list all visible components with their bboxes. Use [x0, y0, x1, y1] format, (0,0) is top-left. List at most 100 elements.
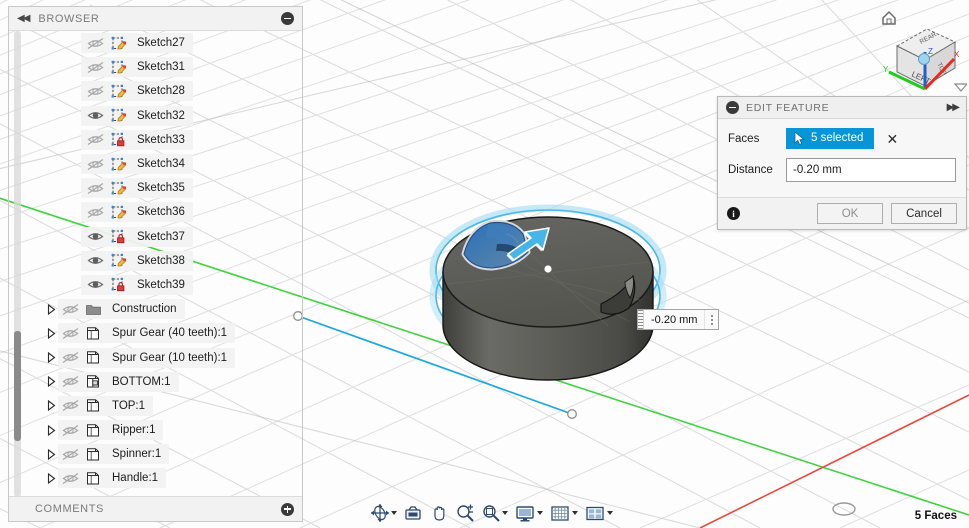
visibility-toggle-hidden[interactable]: [62, 351, 79, 364]
tree-expander[interactable]: [45, 351, 58, 364]
zoom-dropdown-caret[interactable]: [502, 511, 508, 515]
tree-row[interactable]: Sketch33: [9, 128, 302, 152]
tree-row[interactable]: TOP:1: [9, 394, 302, 418]
zoom-in-out-icon[interactable]: [453, 502, 477, 524]
tree-expander[interactable]: [45, 399, 58, 412]
tree-expander[interactable]: [45, 448, 58, 461]
browser-header[interactable]: ◀◀ BROWSER: [9, 7, 302, 31]
tree-row[interactable]: Spinner:1: [9, 442, 302, 466]
pan-hand-icon[interactable]: [427, 502, 451, 524]
tree-row[interactable]: BOTTOM:1: [9, 370, 302, 394]
eye-hidden-icon[interactable]: [62, 472, 79, 485]
expand-triangle-icon[interactable]: [45, 303, 58, 316]
eye-hidden-icon[interactable]: [87, 61, 104, 74]
visibility-toggle-hidden[interactable]: [87, 158, 104, 171]
display-dropdown-caret[interactable]: [537, 511, 543, 515]
expand-triangle-icon[interactable]: [45, 399, 58, 412]
expand-triangle-icon[interactable]: [45, 327, 58, 340]
expand-triangle-icon[interactable]: [45, 351, 58, 364]
expand-triangle-icon[interactable]: [45, 375, 58, 388]
view-cube-svg[interactable]: LEFT REAR TOP Z Y X: [855, 2, 969, 98]
eye-visible-icon[interactable]: [87, 109, 104, 122]
eye-hidden-icon[interactable]: [62, 303, 79, 316]
minus-circle-icon[interactable]: [281, 12, 294, 25]
minus-circle-icon[interactable]: [726, 101, 739, 114]
visibility-toggle-hidden[interactable]: [62, 399, 79, 412]
visibility-toggle-hidden[interactable]: [87, 37, 104, 50]
eye-visible-icon[interactable]: [87, 254, 104, 267]
faces-selection-button[interactable]: 5 selected: [786, 128, 875, 149]
visibility-toggle-hidden[interactable]: [62, 375, 79, 388]
eye-hidden-icon[interactable]: [62, 424, 79, 437]
visibility-toggle-visible[interactable]: [87, 278, 104, 291]
viewports-icon[interactable]: [582, 502, 615, 524]
eye-hidden-icon[interactable]: [87, 133, 104, 146]
tree-expander[interactable]: [45, 472, 58, 485]
tree-row[interactable]: Sketch37: [9, 225, 302, 249]
tree-row[interactable]: Sketch32: [9, 104, 302, 128]
eye-hidden-icon[interactable]: [62, 448, 79, 461]
visibility-toggle-hidden[interactable]: [87, 133, 104, 146]
visibility-toggle-visible[interactable]: [87, 230, 104, 243]
expand-triangle-icon[interactable]: [45, 424, 58, 437]
view-cube[interactable]: LEFT REAR TOP Z Y X: [855, 2, 969, 98]
visibility-toggle-hidden[interactable]: [87, 85, 104, 98]
visibility-toggle-visible[interactable]: [87, 254, 104, 267]
orbit-dropdown-caret[interactable]: [391, 511, 397, 515]
visibility-toggle-hidden[interactable]: [87, 61, 104, 74]
info-icon[interactable]: i: [727, 207, 740, 220]
eye-hidden-icon[interactable]: [62, 351, 79, 364]
visibility-toggle-hidden[interactable]: [62, 472, 79, 485]
tree-row[interactable]: Spur Gear (10 teeth):1: [9, 345, 302, 369]
eye-hidden-icon[interactable]: [62, 399, 79, 412]
eye-hidden-icon[interactable]: [62, 375, 79, 388]
tree-row[interactable]: Sketch39: [9, 273, 302, 297]
tree-row[interactable]: Ripper:1: [9, 418, 302, 442]
plus-circle-icon[interactable]: [281, 502, 294, 516]
tree-row[interactable]: Sketch31: [9, 55, 302, 79]
visibility-toggle-hidden[interactable]: [87, 206, 104, 219]
grid-snaps-icon[interactable]: [547, 502, 580, 524]
eye-hidden-icon[interactable]: [87, 85, 104, 98]
zoom-window-icon[interactable]: [479, 502, 510, 524]
visibility-toggle-visible[interactable]: [87, 109, 104, 122]
eye-hidden-icon[interactable]: [87, 158, 104, 171]
tree-row[interactable]: Sketch34: [9, 152, 302, 176]
tree-expander[interactable]: [45, 327, 58, 340]
grid-dropdown-caret[interactable]: [572, 511, 578, 515]
expand-triangle-icon[interactable]: [45, 448, 58, 461]
expand-triangle-icon[interactable]: [45, 472, 58, 485]
eye-hidden-icon[interactable]: [87, 206, 104, 219]
tree-expander[interactable]: [45, 375, 58, 388]
edit-feature-header[interactable]: EDIT FEATURE ▶▶: [718, 97, 966, 119]
visibility-toggle-hidden[interactable]: [62, 327, 79, 340]
tree-row[interactable]: Sketch27: [9, 31, 302, 55]
expand-right-icon[interactable]: ▶▶: [947, 102, 960, 113]
tree-row[interactable]: Sketch35: [9, 176, 302, 200]
more-vertical-icon[interactable]: [704, 310, 718, 329]
browser-tree-container[interactable]: Sketch27 Sketch31 Sketch28 Sketch32 Sketch33…: [9, 31, 302, 497]
cancel-button[interactable]: Cancel: [891, 203, 957, 224]
collapse-left-icon[interactable]: ◀◀: [17, 13, 30, 24]
tree-row[interactable]: Spur Gear (40 teeth):1: [9, 321, 302, 345]
dimension-value[interactable]: -0.20 mm: [644, 310, 704, 329]
dimension-callout[interactable]: -0.20 mm: [637, 309, 720, 330]
home-icon[interactable]: [882, 10, 896, 25]
tree-row[interactable]: Construction: [9, 297, 302, 321]
tree-row[interactable]: Handle:1: [9, 466, 302, 490]
distance-input[interactable]: [786, 158, 956, 182]
visibility-toggle-hidden[interactable]: [87, 182, 104, 195]
visibility-toggle-hidden[interactable]: [62, 424, 79, 437]
eye-visible-icon[interactable]: [87, 278, 104, 291]
visibility-toggle-hidden[interactable]: [62, 448, 79, 461]
tree-row[interactable]: Sketch36: [9, 200, 302, 224]
eye-hidden-icon[interactable]: [87, 182, 104, 195]
display-settings-icon[interactable]: [512, 502, 545, 524]
eye-hidden-icon[interactable]: [87, 37, 104, 50]
tree-row[interactable]: Sketch38: [9, 249, 302, 273]
viewports-dropdown-caret[interactable]: [607, 511, 613, 515]
look-at-icon[interactable]: [401, 502, 425, 524]
comments-bar[interactable]: COMMENTS: [9, 496, 302, 521]
visibility-toggle-hidden[interactable]: [62, 303, 79, 316]
ok-button[interactable]: OK: [817, 203, 883, 224]
